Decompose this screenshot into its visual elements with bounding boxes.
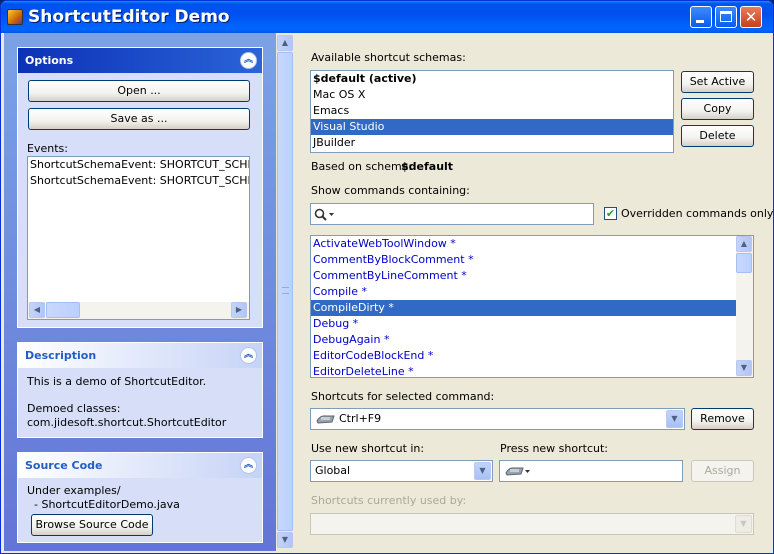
description-panel: Description ︽ This is a demo of Shortcut… bbox=[17, 342, 263, 438]
set-active-button[interactable]: Set Active bbox=[681, 71, 754, 93]
overridden-label[interactable]: Overridden commands only bbox=[621, 207, 773, 220]
scroll-up-icon[interactable]: ▲ bbox=[736, 236, 752, 252]
collapse-options-icon[interactable]: ︽ bbox=[240, 52, 257, 69]
maximize-icon bbox=[720, 11, 732, 22]
maximize-button[interactable] bbox=[715, 6, 737, 28]
schema-item[interactable]: $default (active) bbox=[311, 71, 673, 87]
commands-vscrollbar[interactable]: ▲ ▼ bbox=[736, 236, 753, 377]
command-item[interactable]: CommentByLineComment * bbox=[311, 268, 736, 284]
description-body: This is a demo of ShortcutEditor. Demoed… bbox=[18, 368, 262, 437]
press-shortcut-input[interactable] bbox=[499, 460, 683, 482]
keyboard-icon bbox=[316, 415, 335, 424]
remove-button[interactable]: Remove bbox=[691, 408, 754, 430]
hscroll-thumb[interactable] bbox=[46, 302, 80, 318]
open-button[interactable]: Open ... bbox=[28, 80, 250, 102]
description-line: This is a demo of ShortcutEditor. bbox=[27, 375, 207, 388]
schema-item[interactable]: Mac OS X bbox=[311, 87, 673, 103]
delete-button[interactable]: Delete bbox=[681, 125, 754, 147]
keyboard-icon[interactable] bbox=[505, 465, 531, 477]
pane-scroll-thumb[interactable] bbox=[277, 52, 293, 531]
schema-item[interactable]: Emacs bbox=[311, 103, 673, 119]
close-button[interactable]: ✕ bbox=[740, 6, 762, 28]
options-header[interactable]: Options ︽ bbox=[18, 48, 262, 73]
press-shortcut-label: Press new shortcut: bbox=[500, 442, 608, 455]
task-pane: Options ︽ Open ... Save as ... Events: S… bbox=[4, 33, 276, 551]
search-icon[interactable] bbox=[314, 208, 336, 221]
events-hscrollbar[interactable]: ◀ ▶ bbox=[28, 302, 249, 319]
command-item[interactable]: CommentByBlockComment * bbox=[311, 252, 736, 268]
overridden-checkbox[interactable]: ✔ bbox=[604, 207, 617, 220]
source-code-title: Source Code bbox=[25, 459, 103, 472]
used-by-select[interactable]: ▼ bbox=[310, 513, 754, 535]
description-header[interactable]: Description ︽ bbox=[18, 343, 262, 368]
source-code-body: Under examples/ - ShortcutEditorDemo.jav… bbox=[18, 478, 262, 542]
command-item[interactable]: EditorDeleteLine * bbox=[311, 364, 736, 377]
title-bar[interactable]: ShortcutEditor Demo ✕ bbox=[1, 1, 773, 33]
based-on-value: $default bbox=[401, 160, 454, 173]
collapse-source-icon[interactable]: ︽ bbox=[240, 457, 257, 474]
command-item-selected[interactable]: CompileDirty * bbox=[311, 300, 736, 316]
description-line: Demoed classes: bbox=[27, 402, 121, 415]
collapse-description-icon[interactable]: ︽ bbox=[240, 347, 257, 364]
used-by-label: Shortcuts currently used by: bbox=[311, 494, 467, 507]
schemas-list[interactable]: $default (active) Mac OS X Emacs Visual … bbox=[310, 70, 674, 153]
description-line: com.jidesoft.shortcut.ShortcutEditor bbox=[27, 416, 227, 429]
source-line: - ShortcutEditorDemo.java bbox=[27, 498, 180, 511]
chevron-down-icon[interactable]: ▼ bbox=[666, 410, 683, 428]
event-item[interactable]: ShortcutSchemaEvent: SHORTCUT_SCHEMA_ bbox=[28, 157, 249, 173]
shortcuts-combo[interactable]: Ctrl+F9 ▼ bbox=[310, 408, 685, 430]
browse-source-button[interactable]: Browse Source Code bbox=[31, 514, 153, 536]
events-list[interactable]: ShortcutSchemaEvent: SHORTCUT_SCHEMA_ Sh… bbox=[27, 156, 250, 320]
shortcuts-label: Shortcuts for selected command: bbox=[311, 390, 495, 403]
grip-icon bbox=[282, 287, 289, 294]
description-title: Description bbox=[25, 349, 97, 362]
schema-item-selected[interactable]: Visual Studio bbox=[311, 119, 673, 135]
chevron-down-icon[interactable]: ▼ bbox=[474, 462, 491, 480]
command-item[interactable]: EditorCodeBlockEnd * bbox=[311, 348, 736, 364]
schema-item[interactable]: JBuilder bbox=[311, 135, 673, 151]
use-in-label: Use new shortcut in: bbox=[311, 442, 425, 455]
window-title: ShortcutEditor Demo bbox=[28, 7, 230, 27]
commands-list[interactable]: ActivateWebToolWindow * CommentByBlockCo… bbox=[310, 235, 754, 378]
scroll-up-icon[interactable]: ▲ bbox=[277, 35, 293, 51]
commands-scroll-thumb[interactable] bbox=[736, 253, 752, 273]
app-icon[interactable] bbox=[7, 9, 23, 25]
command-item[interactable]: Debug * bbox=[311, 316, 736, 332]
minimize-icon bbox=[696, 20, 704, 23]
events-label: Events: bbox=[27, 142, 68, 155]
source-line: Under examples/ bbox=[27, 484, 121, 497]
command-item[interactable]: DebugAgain * bbox=[311, 332, 736, 348]
source-code-header[interactable]: Source Code ︽ bbox=[18, 453, 262, 478]
shortcut-value: Ctrl+F9 bbox=[339, 412, 382, 425]
close-icon: ✕ bbox=[744, 8, 758, 26]
chevron-down-icon[interactable]: ▼ bbox=[735, 515, 752, 533]
based-on-label: Based on schema: bbox=[311, 160, 413, 173]
commands-filter-label: Show commands containing: bbox=[311, 184, 470, 197]
use-in-value: Global bbox=[315, 464, 351, 477]
minimize-button[interactable] bbox=[690, 6, 712, 28]
scroll-down-icon[interactable]: ▼ bbox=[277, 532, 293, 548]
options-title: Options bbox=[25, 54, 74, 67]
options-body: Open ... Save as ... Events: ShortcutSch… bbox=[18, 73, 262, 327]
options-panel: Options ︽ Open ... Save as ... Events: S… bbox=[17, 47, 263, 328]
assign-button[interactable]: Assign bbox=[691, 460, 754, 482]
pane-scrollbar[interactable]: ▲ ▼ bbox=[277, 33, 294, 551]
commands-search-input[interactable] bbox=[310, 203, 594, 225]
command-item[interactable]: ActivateWebToolWindow * bbox=[311, 236, 736, 252]
source-code-panel: Source Code ︽ Under examples/ - Shortcut… bbox=[17, 452, 263, 543]
schemas-label: Available shortcut schemas: bbox=[311, 51, 466, 64]
scroll-right-icon[interactable]: ▶ bbox=[231, 302, 247, 318]
copy-button[interactable]: Copy bbox=[681, 98, 754, 120]
command-item[interactable]: Compile * bbox=[311, 284, 736, 300]
save-as-button[interactable]: Save as ... bbox=[28, 108, 250, 130]
scroll-down-icon[interactable]: ▼ bbox=[736, 360, 752, 376]
event-item[interactable]: ShortcutSchemaEvent: SHORTCUT_SCHEMA_ bbox=[28, 173, 249, 189]
scroll-left-icon[interactable]: ◀ bbox=[29, 302, 45, 318]
main-window: ShortcutEditor Demo ✕ Options ︽ Open ...… bbox=[0, 0, 774, 554]
use-in-select[interactable]: Global ▼ bbox=[310, 460, 493, 482]
